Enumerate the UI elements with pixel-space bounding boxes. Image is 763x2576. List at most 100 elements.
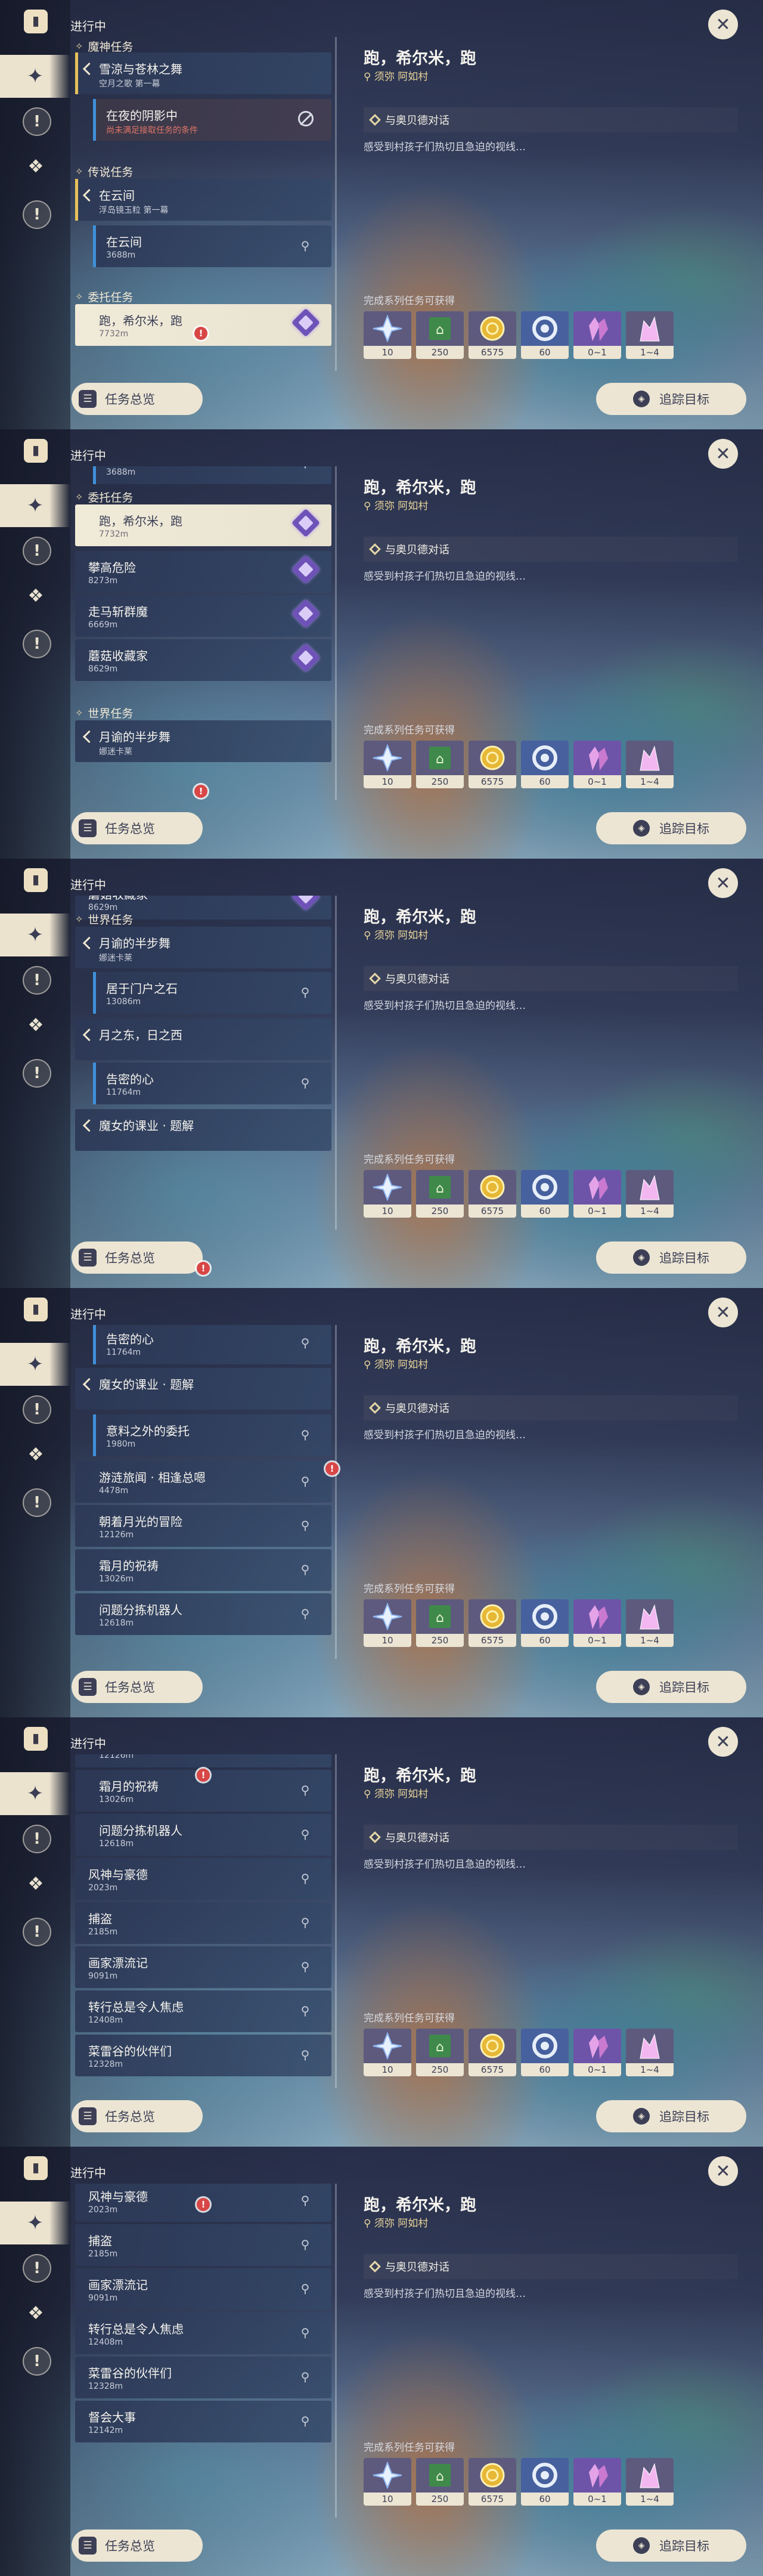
location-pin-icon[interactable]: ⚲ — [299, 2281, 311, 2297]
quest-card[interactable]: 转行总是令人焦虑 12408m ⚲ — [75, 1990, 331, 2032]
reward-item[interactable]: 60 — [521, 1170, 569, 1218]
crystal-icon[interactable]: ❖ — [21, 1441, 50, 1469]
location-pin-icon[interactable]: ⚲ — [299, 1783, 311, 1798]
reward-item[interactable]: 0~1 — [573, 741, 621, 788]
quest-card[interactable]: 告密的心 11764m ⚲ — [93, 1325, 331, 1364]
quest-card[interactable]: 在夜的阴影中 尚未满足接取任务的条件 — [93, 99, 331, 141]
reward-item[interactable]: 6575 — [469, 741, 516, 788]
location-pin-icon[interactable]: ⚲ — [299, 2370, 311, 2385]
quest-list[interactable]: 风神与豪德 2023m ⚲ 捕盗 2185m ⚲ 画家漂流记 9091m ⚲ 转行总是令人焦虑 12… — [70, 2184, 336, 2522]
domain-icon[interactable]: ✦ — [0, 914, 70, 956]
location-pin-icon[interactable]: ⚲ — [299, 2048, 311, 2063]
quest-book-icon[interactable]: ▮ — [24, 439, 48, 463]
quest-card[interactable]: 风神与豪德 2023m ⚲ — [75, 1858, 331, 1900]
quest-card[interactable]: 雪涼与苍林之舞 空月之歌 第一幕 — [75, 52, 331, 94]
location-pin-icon[interactable]: ⚲ — [299, 1518, 311, 1534]
location-pin-icon[interactable]: ⚲ — [299, 1428, 311, 1443]
quest-overview-button[interactable]: ☰ 任务总览 — [72, 2100, 203, 2132]
alert-icon[interactable]: ! — [23, 537, 51, 565]
reward-item[interactable]: 10 — [364, 311, 411, 359]
quest-card[interactable]: 问题分拣机器人 12618m ⚲ — [75, 1814, 331, 1856]
quest-card[interactable]: 攀高危险 8273m — [75, 551, 331, 593]
location-pin-icon[interactable]: ⚲ — [299, 2414, 311, 2429]
crystal-icon[interactable]: ❖ — [21, 582, 50, 611]
location-pin-icon[interactable]: ⚲ — [299, 1871, 311, 1887]
alert-icon[interactable]: ! — [23, 1918, 51, 1946]
alert-icon[interactable]: ! — [23, 2347, 51, 2376]
reward-item[interactable]: ⌂ 250 — [416, 741, 464, 788]
reward-item[interactable]: 10 — [364, 2029, 411, 2076]
quest-card[interactable]: 12126m⚲ — [75, 1754, 331, 1767]
quest-card[interactable]: 月谕的半步舞 娜迷卡莱 — [75, 720, 331, 762]
reward-item[interactable]: 60 — [521, 1599, 569, 1647]
quest-list[interactable]: 在云间3688m⚲✧委托任务跑，希尔米，跑7732m攀高危险8273m走马斩群魔… — [70, 466, 336, 805]
quest-card[interactable]: 转行总是令人焦虑 12408m ⚲ — [75, 2312, 331, 2354]
quest-book-icon[interactable]: ▮ — [24, 2156, 48, 2180]
quest-card[interactable]: 月之东，日之西 — [75, 1018, 331, 1060]
scrollbar[interactable] — [335, 2184, 337, 2518]
quest-card[interactable]: 画家漂流记 9091m ⚲ — [75, 1946, 331, 1988]
scrollbar[interactable] — [335, 37, 337, 371]
quest-card[interactable]: 月谕的半步舞 娜迷卡莱 — [75, 927, 331, 968]
close-icon[interactable]: ✕ — [708, 2156, 738, 2186]
quest-book-icon[interactable]: ▮ — [24, 1298, 48, 1321]
quest-card[interactable]: 捕盗 2185m ⚲ — [75, 2224, 331, 2266]
alert-icon[interactable]: ! — [23, 1059, 51, 1088]
domain-icon[interactable]: ✦ — [0, 1772, 70, 1815]
quest-card[interactable]: 督会大事 12142m ⚲ — [75, 2401, 331, 2442]
quest-card[interactable]: 捕盗 2185m ⚲ — [75, 1902, 331, 1944]
close-icon[interactable]: ✕ — [708, 439, 738, 469]
quest-card[interactable]: 游涟旅闻 · 相逢总嗯 4478m ⚲ — [75, 1461, 331, 1503]
location-pin-icon[interactable]: ⚲ — [299, 466, 311, 471]
quest-book-icon[interactable]: ▮ — [24, 1727, 48, 1751]
chevron-down-icon[interactable] — [82, 730, 96, 744]
reward-item[interactable]: 1~4 — [626, 311, 674, 359]
quest-overview-button[interactable]: ☰ 任务总览 — [72, 1241, 203, 1274]
reward-item[interactable]: 6575 — [469, 311, 516, 359]
reward-item[interactable]: 10 — [364, 1170, 411, 1218]
location-pin-icon[interactable]: ⚲ — [299, 1915, 311, 1931]
quest-card[interactable]: 居于门户之石 13086m ⚲ — [93, 972, 331, 1014]
quest-card[interactable]: 告密的心 11764m ⚲ — [93, 1063, 331, 1104]
location-pin-icon[interactable]: ⚲ — [299, 1336, 311, 1351]
alert-icon[interactable]: ! — [23, 1825, 51, 1853]
quest-book-icon[interactable]: ▮ — [24, 10, 48, 33]
location-pin-icon[interactable]: ⚲ — [299, 1827, 311, 1843]
track-target-button[interactable]: ◈ 追踪目标 — [596, 812, 746, 844]
reward-item[interactable]: 60 — [521, 311, 569, 359]
track-target-button[interactable]: ◈ 追踪目标 — [596, 2100, 746, 2132]
quest-overview-button[interactable]: ☰ 任务总览 — [72, 1671, 203, 1703]
reward-item[interactable]: 1~4 — [626, 741, 674, 788]
chevron-down-icon[interactable] — [82, 62, 96, 76]
location-pin-icon[interactable]: ⚲ — [299, 1959, 311, 1975]
scrollbar[interactable] — [335, 896, 337, 1230]
quest-card[interactable]: 菜雷谷的伙伴们 12328m ⚲ — [75, 2035, 331, 2076]
alert-icon[interactable]: ! — [23, 966, 51, 995]
reward-item[interactable]: 10 — [364, 741, 411, 788]
quest-card[interactable]: 走马斩群魔 6669m — [75, 595, 331, 637]
close-icon[interactable]: ✕ — [708, 868, 738, 898]
quest-overview-button[interactable]: ☰ 任务总览 — [72, 2529, 203, 2562]
reward-item[interactable]: 0~1 — [573, 1170, 621, 1218]
reward-item[interactable]: 0~1 — [573, 2029, 621, 2076]
location-pin-icon[interactable]: ⚲ — [299, 2193, 311, 2209]
quest-card[interactable]: 魔女的课业 · 题解 — [75, 1109, 331, 1151]
alert-icon[interactable]: ! — [23, 107, 51, 136]
reward-item[interactable]: ⌂ 250 — [416, 311, 464, 359]
scrollbar[interactable] — [335, 466, 337, 800]
quest-overview-button[interactable]: ☰ 任务总览 — [72, 383, 203, 415]
location-pin-icon[interactable]: ⚲ — [299, 2237, 311, 2253]
reward-item[interactable]: 10 — [364, 1599, 411, 1647]
scrollbar[interactable] — [335, 1754, 337, 2088]
reward-item[interactable]: 60 — [521, 741, 569, 788]
domain-icon[interactable]: ✦ — [0, 55, 70, 98]
reward-item[interactable]: 60 — [521, 2029, 569, 2076]
reward-item[interactable]: 6575 — [469, 2458, 516, 2506]
quest-card[interactable]: 问题分拣机器人 12618m ⚲ — [75, 1593, 331, 1635]
domain-icon[interactable]: ✦ — [0, 484, 70, 527]
track-target-button[interactable]: ◈ 追踪目标 — [596, 1241, 746, 1274]
quest-card[interactable]: 意料之外的委托 1980m ⚲ — [93, 1414, 331, 1456]
quest-card[interactable]: 在云间3688m ⚲ — [93, 466, 331, 484]
quest-card[interactable]: 蘑菇收藏家8629m — [75, 639, 331, 681]
reward-item[interactable]: 6575 — [469, 2029, 516, 2076]
